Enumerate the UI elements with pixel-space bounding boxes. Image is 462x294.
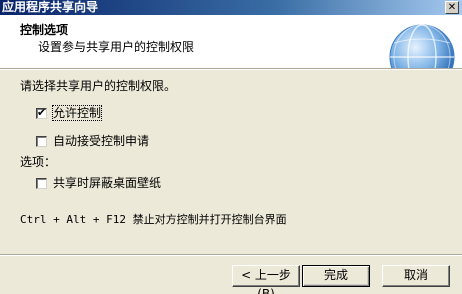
auto-accept-label[interactable]: 自动接受控制申请 [53, 134, 149, 148]
page-title: 控制选项 [20, 23, 69, 37]
allow-control-label[interactable]: 允许控制 [51, 105, 103, 121]
finish-button[interactable]: 完成 [302, 265, 370, 287]
cancel-button[interactable]: 取消 [382, 265, 450, 287]
footer-divider [0, 254, 462, 256]
hotkey-hint: Ctrl + Alt + F12 禁止对方控制并打开控制台界面 [20, 213, 287, 226]
checkmark-icon: ✔ [37, 106, 47, 119]
title-bar: 应用程序共享向导 ✕ [0, 0, 462, 15]
close-button[interactable]: ✕ [445, 1, 459, 14]
hide-wallpaper-label[interactable]: 共享时屏蔽桌面壁纸 [53, 176, 161, 190]
close-icon: ✕ [447, 2, 457, 13]
page-subtitle: 设置参与共享用户的控制权限 [38, 40, 195, 54]
header-divider [0, 68, 462, 70]
back-button[interactable]: < 上一步(B) [232, 265, 300, 294]
control-prompt: 请选择共享用户的控制权限。 [20, 79, 177, 93]
options-heading: 选项： [20, 155, 57, 169]
allow-control-checkbox[interactable]: ✔ [36, 106, 47, 119]
wizard-header: 控制选项 设置参与共享用户的控制权限 [0, 15, 462, 68]
auto-accept-checkbox[interactable] [36, 136, 47, 147]
window-title: 应用程序共享向导 [2, 0, 99, 14]
hide-wallpaper-checkbox[interactable] [36, 178, 47, 189]
globe-icon [389, 24, 455, 68]
